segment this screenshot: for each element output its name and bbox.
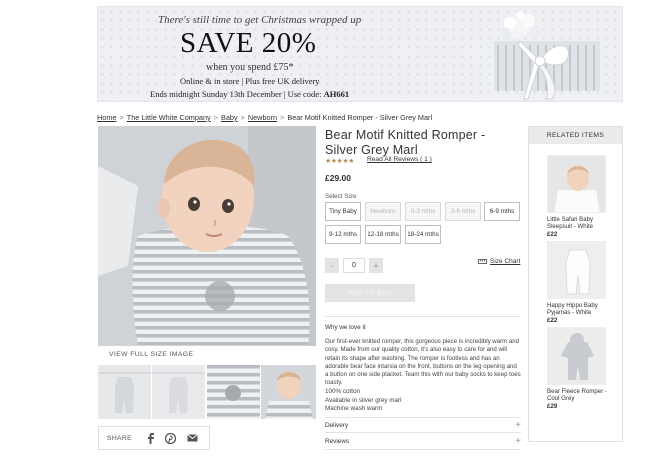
- quantity-input[interactable]: 0: [343, 258, 365, 273]
- thumbnail-romper-back: [152, 365, 205, 419]
- banner-ends: Ends midnight Sunday 13th December | Use…: [150, 89, 350, 99]
- related-item[interactable]: Happy Hippo Baby Pyjamas - White £22: [547, 241, 607, 324]
- related-item[interactable]: Bear Fleece Romper - Cool Grey £29: [547, 327, 607, 410]
- share-bar: SHARE: [98, 426, 210, 450]
- fact-material: 100% cotton: [325, 388, 361, 395]
- plus-icon: +: [515, 436, 521, 447]
- related-item[interactable]: Little Safari Baby Sleepsuit - White £22: [547, 155, 607, 238]
- product-main-image[interactable]: [98, 126, 316, 346]
- promo-banner[interactable]: There's still time to get Christmas wrap…: [97, 6, 623, 102]
- related-item-image[interactable]: [547, 155, 606, 213]
- thumbnail-romper-hanging: [98, 365, 151, 419]
- thumbnail-2[interactable]: [152, 365, 205, 419]
- thumbnail-baby: [261, 365, 316, 419]
- fact-colour: Available in silver grey marl: [325, 396, 402, 404]
- accordion-reviews[interactable]: Reviews +: [325, 436, 521, 447]
- share-label: SHARE: [107, 434, 132, 442]
- breadcrumb-home[interactable]: Home: [97, 113, 116, 122]
- size-option-newborn[interactable]: Newborn: [365, 202, 401, 221]
- quantity-stepper: - 0 +: [325, 258, 383, 273]
- thumbnail-3[interactable]: [207, 365, 260, 419]
- why-we-love-it-heading: Why we love it: [325, 324, 366, 331]
- breadcrumb-current: Bear Motif Knitted Romper - Silver Grey …: [287, 113, 433, 122]
- divider: [325, 432, 521, 433]
- related-items-panel: RELATED ITEMS Little Safari Baby Sleepsu…: [528, 126, 623, 442]
- thumbnail-4[interactable]: [261, 365, 316, 419]
- banner-headline: SAVE 20%: [180, 27, 317, 59]
- fact-care: Machine wash warm: [325, 405, 383, 412]
- select-size-label: Select Size: [325, 193, 357, 200]
- banner-online: Online & in store | Plus free UK deliver…: [180, 76, 320, 86]
- rating-stars: ★★★★★: [325, 158, 354, 165]
- thumbnail-strip: [98, 365, 316, 419]
- size-option-3-6[interactable]: 3-6 mths: [445, 202, 481, 221]
- size-option-18-24[interactable]: 18-24 mths: [405, 225, 441, 244]
- quantity-increase-button[interactable]: +: [369, 258, 383, 273]
- product-facts: 100% cotton Available in silver grey mar…: [325, 388, 402, 414]
- breadcrumb-baby[interactable]: Baby: [221, 113, 238, 122]
- related-item-image[interactable]: [547, 241, 606, 299]
- email-icon[interactable]: [187, 432, 198, 444]
- divider: [325, 449, 521, 450]
- breadcrumb-little-white-company[interactable]: The Little White Company: [127, 113, 211, 122]
- product-price: £29.00: [325, 173, 351, 183]
- baby-photo: [98, 126, 316, 346]
- ruler-icon: [478, 259, 487, 264]
- related-item-price: £22: [547, 316, 558, 324]
- related-item-name[interactable]: Little Safari Baby Sleepsuit - White: [547, 216, 609, 231]
- related-item-price: £29: [547, 402, 558, 410]
- size-chart-link[interactable]: Size Chart: [478, 258, 520, 265]
- product-title: Bear Motif Knitted Romper - Silver Grey …: [325, 128, 486, 157]
- gift-image: [494, 11, 600, 100]
- accordion-reviews-label: Reviews: [325, 438, 350, 445]
- size-option-tiny-baby[interactable]: Tiny Baby: [325, 202, 361, 221]
- size-option-6-9[interactable]: 6-9 mths: [484, 202, 520, 221]
- breadcrumb-newborn[interactable]: Newborn: [248, 113, 277, 122]
- thumbnail-1[interactable]: [98, 365, 151, 419]
- banner-tagline: There's still time to get Christmas wrap…: [158, 14, 362, 26]
- size-option-0-3[interactable]: 0-3 mths: [405, 202, 441, 221]
- divider: [325, 316, 521, 317]
- promo-code: AH661: [323, 89, 350, 99]
- divider: [325, 417, 521, 418]
- quantity-decrease-button[interactable]: -: [325, 258, 339, 273]
- thumbnail-detail: [207, 365, 260, 419]
- breadcrumb: Home > The Little White Company > Baby > Newbo…: [97, 113, 433, 122]
- size-chart-label: Size Chart: [490, 258, 521, 265]
- accordion-delivery[interactable]: Delivery +: [325, 420, 521, 431]
- related-item-name[interactable]: Bear Fleece Romper - Cool Grey: [547, 388, 609, 403]
- banner-spend: when you spend £75*: [206, 62, 294, 73]
- add-to-bag-button[interactable]: ADD TO BAG: [325, 284, 415, 302]
- size-option-12-18[interactable]: 12-18 mths: [365, 225, 401, 244]
- facebook-icon[interactable]: [147, 432, 154, 444]
- read-reviews-link[interactable]: Read All Reviews ( 1 ): [367, 156, 432, 163]
- plus-icon: +: [515, 420, 521, 431]
- related-items-header: RELATED ITEMS: [529, 127, 622, 144]
- product-description: Our first-ever knitted romper, this gorg…: [325, 338, 521, 387]
- pinterest-icon[interactable]: [165, 432, 176, 444]
- related-item-image[interactable]: [547, 327, 606, 385]
- related-item-price: £22: [547, 230, 558, 238]
- accordion-delivery-label: Delivery: [325, 422, 349, 429]
- related-item-name[interactable]: Happy Hippo Baby Pyjamas - White: [547, 302, 609, 317]
- size-option-9-12[interactable]: 9-12 mths: [325, 225, 361, 244]
- view-full-size-link[interactable]: VIEW FULL SIZE IMAGE: [109, 351, 193, 358]
